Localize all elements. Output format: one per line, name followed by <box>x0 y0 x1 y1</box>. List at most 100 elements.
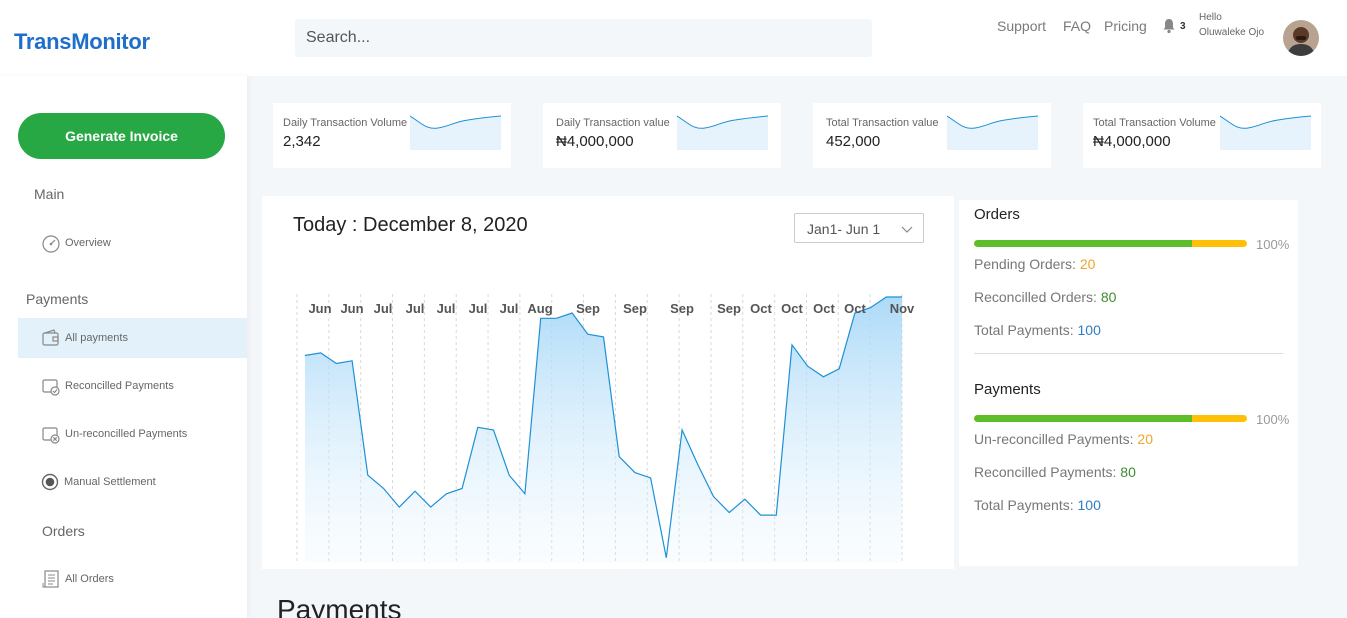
reconciled-payments-label: Reconcilled Payments: <box>974 464 1117 480</box>
chart-tick-label: Sep <box>576 301 600 316</box>
sidebar-item-label: All payments <box>65 332 128 344</box>
section-orders: Orders <box>42 523 85 539</box>
chart-tick-label: Oct <box>844 301 866 316</box>
reconciled-payments-value: 80 <box>1120 464 1136 480</box>
sidebar-item-manual-settlement[interactable]: Manual Settlement <box>18 462 247 502</box>
pending-orders-row: Pending Orders: 20 <box>974 256 1095 272</box>
reconciled-orders-row: Reconcilled Orders: 80 <box>974 289 1116 305</box>
payments-panel-title: Payments <box>974 381 1041 398</box>
orders-title: Orders <box>974 206 1020 223</box>
sparkline <box>677 115 769 150</box>
stat-label: Daily Transaction Volume <box>283 117 408 129</box>
chart-tick-label: Jul <box>437 301 456 316</box>
transaction-chart-card: Jun Jun Jul Jul Jul Jul Jul Aug Sep Sep Sep Sep Oct O… <box>262 196 954 569</box>
chart-tick-label: Jul <box>469 301 488 316</box>
sidebar-item-label: Manual Settlement <box>64 476 156 488</box>
top-header: TransMonitor Support FAQ Pricing 3 Hello… <box>0 0 1347 76</box>
search-input[interactable] <box>295 19 872 57</box>
sidebar-item-label: Reconcilled Payments <box>65 380 174 392</box>
chart-tick-label: Jul <box>406 301 425 316</box>
unreconciled-payments-value: 20 <box>1137 431 1153 447</box>
reconciled-payments-row: Reconcilled Payments: 80 <box>974 464 1136 480</box>
greeting-text: Hello <box>1199 12 1222 23</box>
chart-tick-label: Sep <box>623 301 647 316</box>
pending-orders-value: 20 <box>1079 256 1096 272</box>
date-range-select[interactable]: Jan1- Jun 1 <box>794 213 924 243</box>
chart-tick-label: Jun <box>340 301 363 316</box>
stat-card: Daily Transaction value ₦4,000,000 <box>543 103 781 168</box>
wallet-icon <box>41 328 61 348</box>
payments-progress-bar <box>974 415 1247 422</box>
pending-orders-label: Pending Orders: <box>974 256 1076 272</box>
wallet-check-icon <box>41 376 61 396</box>
sparkline <box>947 115 1039 150</box>
sidebar-item-label: Un-reconcilled Payments <box>65 428 188 440</box>
reconciled-orders-value: 80 <box>1100 289 1117 305</box>
payments-total-label: Total Payments: <box>974 497 1074 513</box>
chart-tick-label: Sep <box>670 301 694 316</box>
section-main: Main <box>34 186 65 202</box>
sidebar-item-reconciled-payments[interactable]: Reconcilled Payments <box>18 366 247 406</box>
payments-heading: Payments <box>277 594 402 618</box>
section-payments: Payments <box>26 291 89 307</box>
nav-pricing-link[interactable]: Pricing <box>1104 18 1147 34</box>
sidebar-item-overview[interactable]: Overview <box>18 223 247 263</box>
stat-card: Daily Transaction Volume 2,342 <box>273 103 511 168</box>
sparkline <box>1220 115 1312 150</box>
payments-progress-fill <box>974 415 1193 422</box>
stat-value: 452,000 <box>826 133 881 150</box>
chart-tick-label: Jul <box>374 301 393 316</box>
stat-label: Total Transaction Volume <box>1093 117 1216 129</box>
speedometer-icon <box>41 233 61 253</box>
bell-icon[interactable] <box>1162 18 1176 39</box>
sidebar-item-all-payments[interactable]: All payments <box>18 318 247 358</box>
total-payments-label: Total Payments: <box>974 322 1074 338</box>
stat-card: Total Transaction value 452,000 <box>813 103 1051 168</box>
chevron-down-icon <box>901 222 913 238</box>
chart-tick-label: Jul <box>500 301 519 316</box>
stat-value: 2,342 <box>283 133 321 150</box>
notification-count: 3 <box>1180 21 1186 32</box>
transaction-chart: Jun Jun Jul Jul Jul Jul Jul Aug Sep Sep Sep Sep Oct O… <box>296 294 915 563</box>
stat-label: Daily Transaction value <box>556 117 670 129</box>
date-range-value: Jan1- Jun 1 <box>807 221 881 237</box>
stat-card: Total Transaction Volume ₦4,000,000 <box>1083 103 1321 168</box>
divider <box>974 353 1283 354</box>
total-payments-value: 100 <box>1077 322 1101 338</box>
sidebar-item-unreconciled-payments[interactable]: Un-reconcilled Payments <box>18 414 247 454</box>
sidebar-item-all-orders[interactable]: All Orders <box>18 559 247 599</box>
chart-tick-label: Aug <box>527 301 552 316</box>
stat-value: ₦4,000,000 <box>1093 133 1171 150</box>
sidebar: Generate Invoice Main Overview Payments … <box>0 76 247 618</box>
orders-progress-fill <box>974 240 1193 247</box>
sidebar-item-label: All Orders <box>65 573 114 585</box>
user-name: Oluwaleke Ojo <box>1199 27 1265 38</box>
chart-tick-label: Jun <box>308 301 331 316</box>
chart-title: Today : December 8, 2020 <box>293 214 528 236</box>
wallet-x-icon <box>41 424 61 444</box>
orders-percent: 100% <box>1256 237 1290 252</box>
nav-support-link[interactable]: Support <box>997 18 1046 34</box>
user-greeting: Hello Oluwaleke Ojo <box>1199 10 1264 40</box>
summary-panel: Orders 100% Pending Orders: 20 Reconcill… <box>959 200 1298 566</box>
sparkline <box>410 115 502 150</box>
payments-percent: 100% <box>1256 412 1290 427</box>
total-payments-row: Total Payments: 100 <box>974 322 1101 338</box>
avatar[interactable] <box>1283 20 1319 56</box>
stat-label: Total Transaction value <box>826 117 939 129</box>
orders-progress-bar <box>974 240 1247 247</box>
chart-tick-label: Oct <box>813 301 835 316</box>
payments-total-value: 100 <box>1077 497 1101 513</box>
app-logo[interactable]: TransMonitor <box>14 29 150 55</box>
generate-invoice-button[interactable]: Generate Invoice <box>18 113 225 159</box>
unreconciled-payments-label: Un-reconcilled Payments: <box>974 431 1134 447</box>
reconciled-orders-label: Reconcilled Orders: <box>974 289 1097 305</box>
orders-list-icon <box>41 569 61 589</box>
payments-total-row: Total Payments: 100 <box>974 497 1101 513</box>
stat-value: ₦4,000,000 <box>556 133 634 150</box>
unreconciled-payments-row: Un-reconcilled Payments: 20 <box>974 431 1153 447</box>
sidebar-item-label: Overview <box>65 237 111 249</box>
chart-tick-label: Nov <box>890 301 915 316</box>
nav-faq-link[interactable]: FAQ <box>1063 18 1091 34</box>
radio-icon <box>40 472 60 492</box>
